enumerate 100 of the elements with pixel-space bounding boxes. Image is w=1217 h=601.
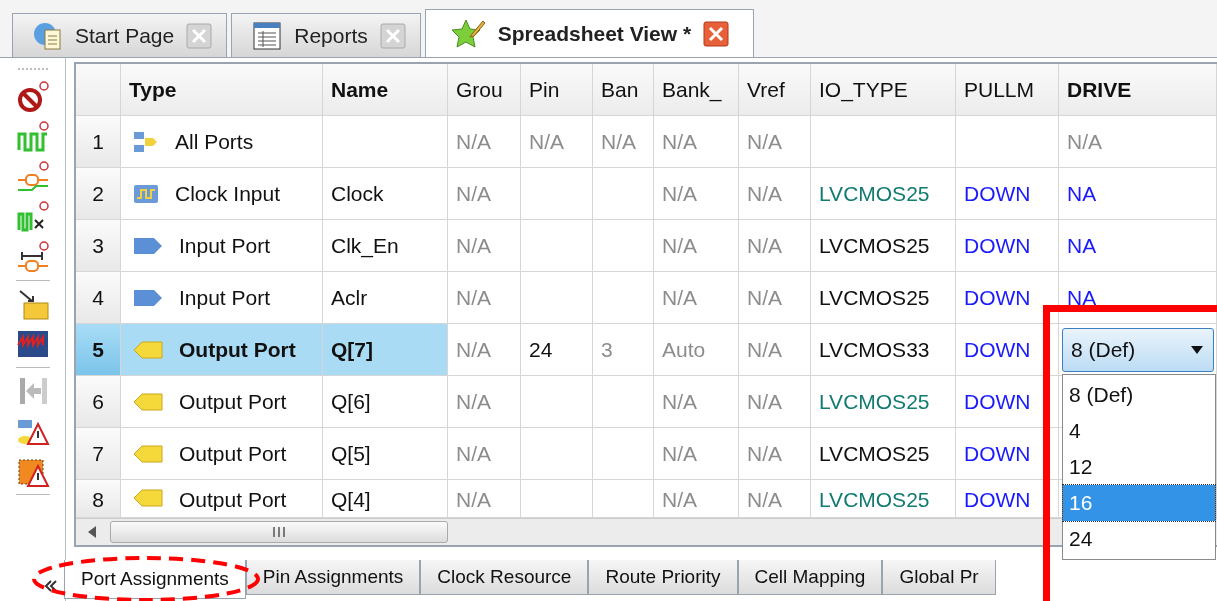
sheet-tab[interactable]: Clock Resource [420,560,589,595]
dropdown-option[interactable]: 4 [1063,413,1215,449]
table-cell: LVCMOS25 [811,428,956,480]
table-cell: N/A [739,428,811,480]
column-header[interactable]: PULLM [956,64,1059,116]
row-number[interactable]: 4 [76,272,121,324]
column-header[interactable]: Name [323,64,448,116]
drive-dropdown[interactable]: 8 (Def) [1062,328,1214,372]
dropdown-option[interactable]: 24 [1063,521,1215,557]
table-cell: LVCMOS25 [811,168,956,220]
sheet-tab[interactable]: Route Priority [588,560,738,595]
table-cell: DOWN [956,168,1059,220]
table-cell: N/A [739,116,811,168]
column-header[interactable]: IO_TYPE [811,64,956,116]
sheet-tab[interactable]: Cell Mapping [737,560,883,595]
table-cell: N/A [654,168,739,220]
column-header[interactable]: Grou [448,64,521,116]
table-icon [252,20,283,51]
row-number[interactable]: 3 [76,220,121,272]
table-cell: N/A [654,428,739,480]
output-port-icon [133,339,163,360]
pulse-icon[interactable] [15,120,50,154]
table-cell: N/A [739,376,811,428]
table-cell: N/A [448,272,521,324]
no-entry-icon[interactable] [15,80,50,114]
column-header[interactable]: Ban [593,64,654,116]
table-cell: N/A [1059,116,1217,168]
table-cell: N/A [654,116,739,168]
scrollbar-thumb[interactable] [110,521,448,543]
table-cell: N/A [593,116,654,168]
table-cell: DOWN [956,220,1059,272]
table-cell: N/A [739,324,811,376]
grip-icon [273,527,285,537]
table-cell: N/A [448,376,521,428]
table-cell: LVCMOS25 [811,376,956,428]
table-cell: N/A [654,220,739,272]
double-pulse-icon[interactable] [15,200,50,234]
column-header[interactable]: Type [121,64,323,116]
dropdown-option[interactable]: 12 [1063,449,1215,485]
ports-icon [133,129,159,154]
row-number[interactable]: 2 [76,168,121,220]
row-number[interactable]: 6 [76,376,121,428]
editor-tab[interactable]: Reports [231,13,421,57]
table-cell: LVCMOS25 [811,220,956,272]
table-cell: Clk_En [323,220,448,272]
globe-page-icon [33,20,63,51]
table-cell: N/A [739,220,811,272]
table-cell: NA [1059,272,1217,324]
input-port-icon [133,235,163,256]
column-header[interactable]: Vref [739,64,811,116]
table-cell: Auto [654,324,739,376]
port-type: Input Port [179,233,271,258]
table-cell [521,376,593,428]
row-number[interactable]: 7 [76,428,121,480]
column-header[interactable]: Pin [521,64,593,116]
table-cell: N/A [739,168,811,220]
table-cell: N/A [448,116,521,168]
row-number[interactable]: 5 [76,324,121,376]
close-icon[interactable] [703,20,730,47]
clock-input-icon [133,183,159,204]
port-type: Output Port [179,337,296,362]
row-number[interactable]: 8 [76,480,121,518]
table-cell: DOWN [956,376,1059,428]
pencil-star-icon [451,17,486,50]
table-cell: N/A [739,272,811,324]
input-port-icon [133,287,163,308]
delay-buffer-icon[interactable] [15,240,50,274]
table-cell: N/A [448,324,521,376]
table-cell: N/A [654,376,739,428]
sheet-tab[interactable]: Port Assignments [64,560,246,599]
scroll-left-icon[interactable] [88,526,98,538]
port-type: Output Port [179,441,287,466]
row-number[interactable]: 1 [76,116,121,168]
table-cell: DOWN [956,324,1059,376]
sheet-tab[interactable]: Global Pr [882,560,996,595]
sheet-tab[interactable]: Pin Assignments [245,560,421,595]
table-cell: DOWN [956,428,1059,480]
table-cell [593,272,654,324]
port-type: Output Port [179,389,287,414]
port-type: Output Port [179,488,287,512]
dropdown-option[interactable]: 8 (Def) [1063,377,1215,413]
table-cell: 24 [521,324,593,376]
table-cell [593,376,654,428]
column-header[interactable]: Bank_ [654,64,739,116]
table-cell [593,168,654,220]
chevron-icon[interactable] [44,580,58,592]
table-cell: N/A [448,220,521,272]
column-header[interactable]: DRIVE [1059,64,1217,116]
table-cell: LVCMOS25 [811,272,956,324]
editor-tab[interactable]: Spreadsheet View * [424,9,755,57]
output-port-icon [133,488,163,508]
table-cell: DOWN [956,272,1059,324]
table-cell: LVCMOS33 [811,324,956,376]
table-cell: N/A [448,168,521,220]
port-type: All Ports [175,129,254,154]
table-cell [593,428,654,480]
port-type: Clock Input [175,181,281,206]
editor-tab[interactable]: Start Page [12,13,228,57]
buffer-icon[interactable] [15,160,50,194]
table-cell: Q[7] [323,324,448,376]
